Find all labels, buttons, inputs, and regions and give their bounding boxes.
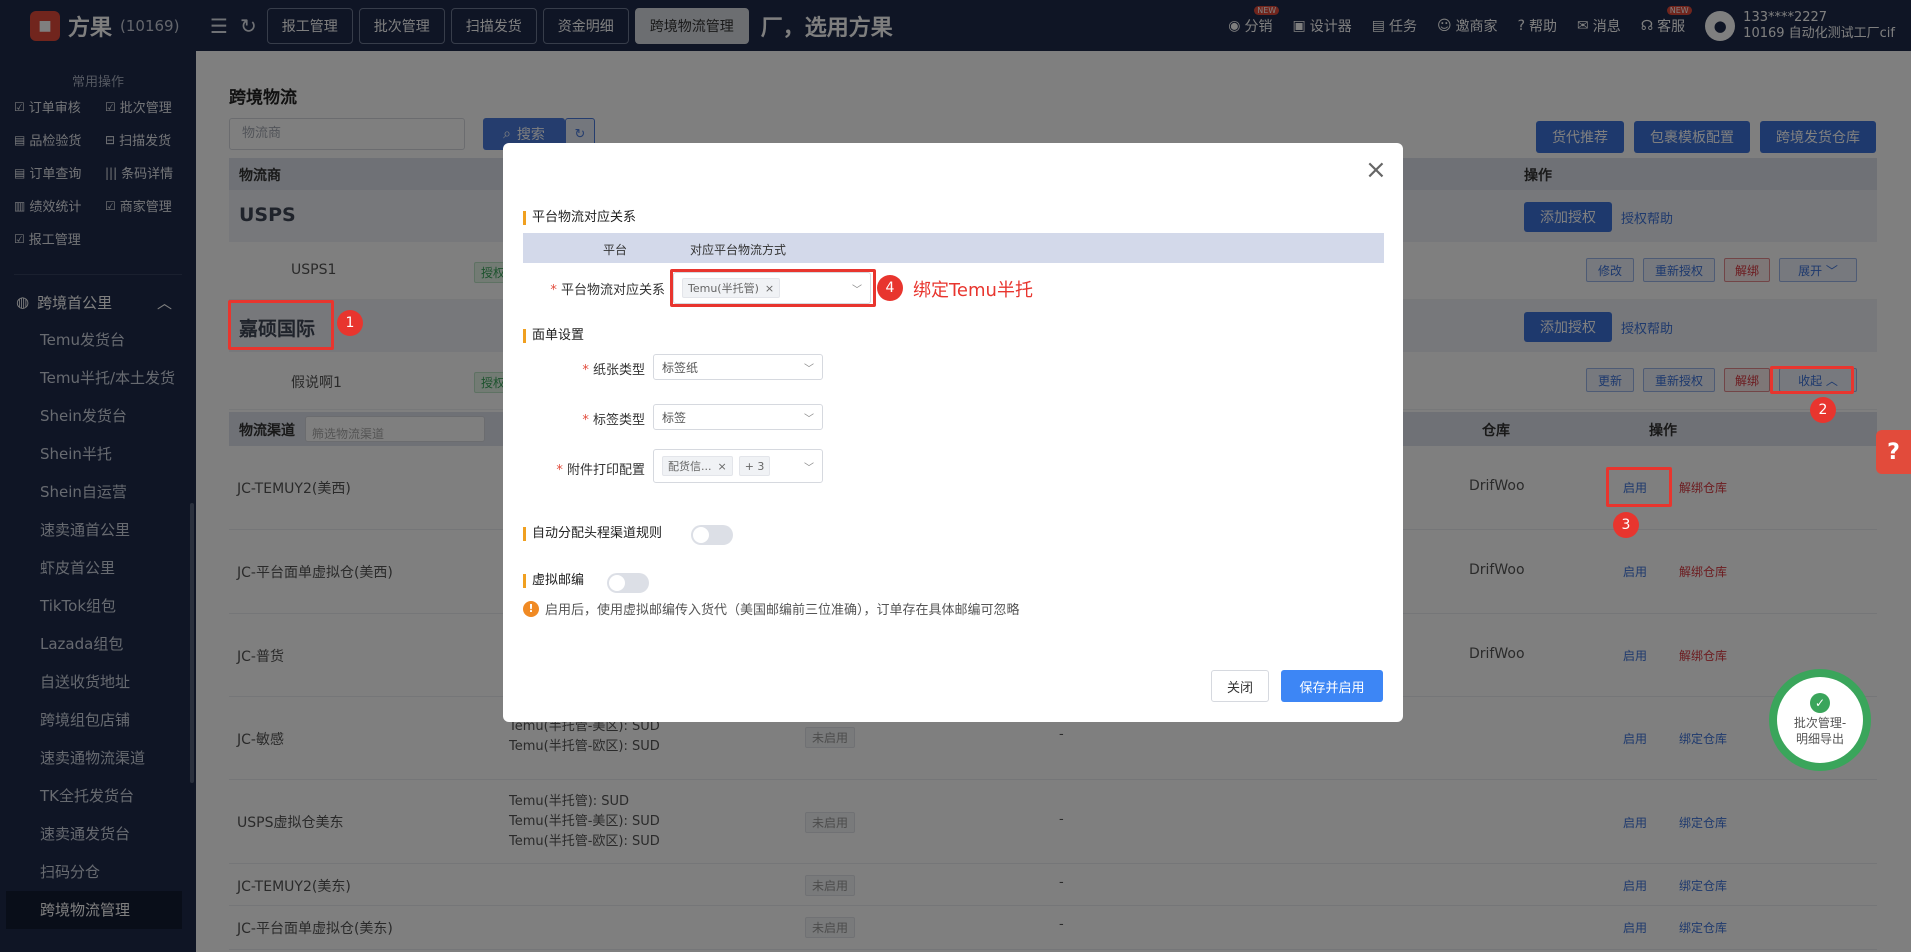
highlight-box-1 — [228, 300, 334, 350]
highlight-box-4 — [670, 269, 876, 307]
virtual-zip-toggle[interactable] — [607, 573, 649, 593]
step-marker-3: 3 — [1613, 512, 1639, 538]
step-marker-2: 2 — [1810, 397, 1836, 423]
auto-assign-toggle[interactable] — [691, 525, 733, 545]
paper-type-select[interactable]: 标签纸 ﹀ — [653, 354, 823, 380]
chip-close-icon[interactable]: × — [718, 460, 727, 473]
attachment-label: * 附件打印配置 — [556, 463, 645, 478]
step-marker-4: 4 — [877, 275, 903, 301]
attachment-label-text: 附件打印配置 — [566, 463, 645, 478]
close-icon[interactable]: × — [1365, 155, 1387, 185]
export-badge-text: 批次管理-明细导出 — [1793, 716, 1847, 746]
section-title-mapping: 平台物流对应关系 — [523, 211, 636, 225]
selected-chip: 配货信... × — [662, 456, 733, 476]
annotation-text-4: 绑定Temu半托 — [913, 280, 1033, 301]
save-enable-button[interactable]: 保存并启用 — [1281, 670, 1383, 702]
highlight-box-3 — [1606, 467, 1672, 507]
label-type-label-text: 标签类型 — [592, 413, 645, 428]
mapping-label: * 平台物流对应关系 — [550, 283, 665, 298]
attachment-select[interactable]: 配货信... × + 3 ﹀ — [653, 449, 823, 483]
chevron-down-icon: ﹀ — [804, 413, 814, 425]
warning-icon: ! — [523, 600, 539, 617]
paper-type-label: * 纸张类型 — [582, 363, 645, 378]
chevron-down-icon: ﹀ — [804, 462, 814, 474]
label-type-label: * 标签类型 — [582, 413, 645, 428]
highlight-box-2 — [1770, 366, 1854, 394]
col-method: 对应平台物流方式 — [690, 243, 787, 257]
section-title-virtual-zip: 虚拟邮编 — [523, 574, 584, 588]
paper-type-label-text: 纸张类型 — [592, 363, 645, 378]
label-type-select[interactable]: 标签 ﹀ — [653, 404, 823, 430]
channel-config-modal: × 平台物流对应关系 平台 对应平台物流方式 * 平台物流对应关系 Temu(半… — [503, 143, 1403, 722]
section-title-auto-assign: 自动分配头程渠道规则 — [523, 527, 662, 541]
paper-type-value: 标签纸 — [662, 360, 699, 375]
col-platform: 平台 — [603, 243, 628, 257]
app-root: ■ 方果 (10169) ☰ ↻ 报工管理 批次管理 扫描发货 资金明细 跨境物… — [0, 0, 1911, 952]
step-marker-1: 1 — [337, 310, 363, 336]
export-float-badge[interactable]: ✓ 批次管理-明细导出 — [1769, 669, 1871, 771]
virtual-zip-note: ! 启用后，使用虚拟邮编传入货代（美国邮编前三位准确），订单存在具体邮编可忽略 — [523, 599, 1020, 618]
chip-label: 配货信... — [668, 460, 712, 473]
more-chip: + 3 — [738, 456, 771, 476]
section-title-label: 面单设置 — [523, 329, 584, 343]
label-type-value: 标签 — [662, 410, 687, 425]
help-float-button[interactable]: ? — [1876, 430, 1911, 474]
note-text: 启用后，使用虚拟邮编传入货代（美国邮编前三位准确），订单存在具体邮编可忽略 — [545, 603, 1020, 618]
chevron-down-icon: ﹀ — [804, 363, 814, 375]
question-icon: ? — [1887, 439, 1900, 465]
check-icon: ✓ — [1810, 693, 1830, 713]
mapping-table-header: 平台 对应平台物流方式 — [523, 233, 1384, 263]
mapping-label-text: 平台物流对应关系 — [560, 283, 665, 298]
close-button[interactable]: 关闭 — [1211, 670, 1269, 702]
